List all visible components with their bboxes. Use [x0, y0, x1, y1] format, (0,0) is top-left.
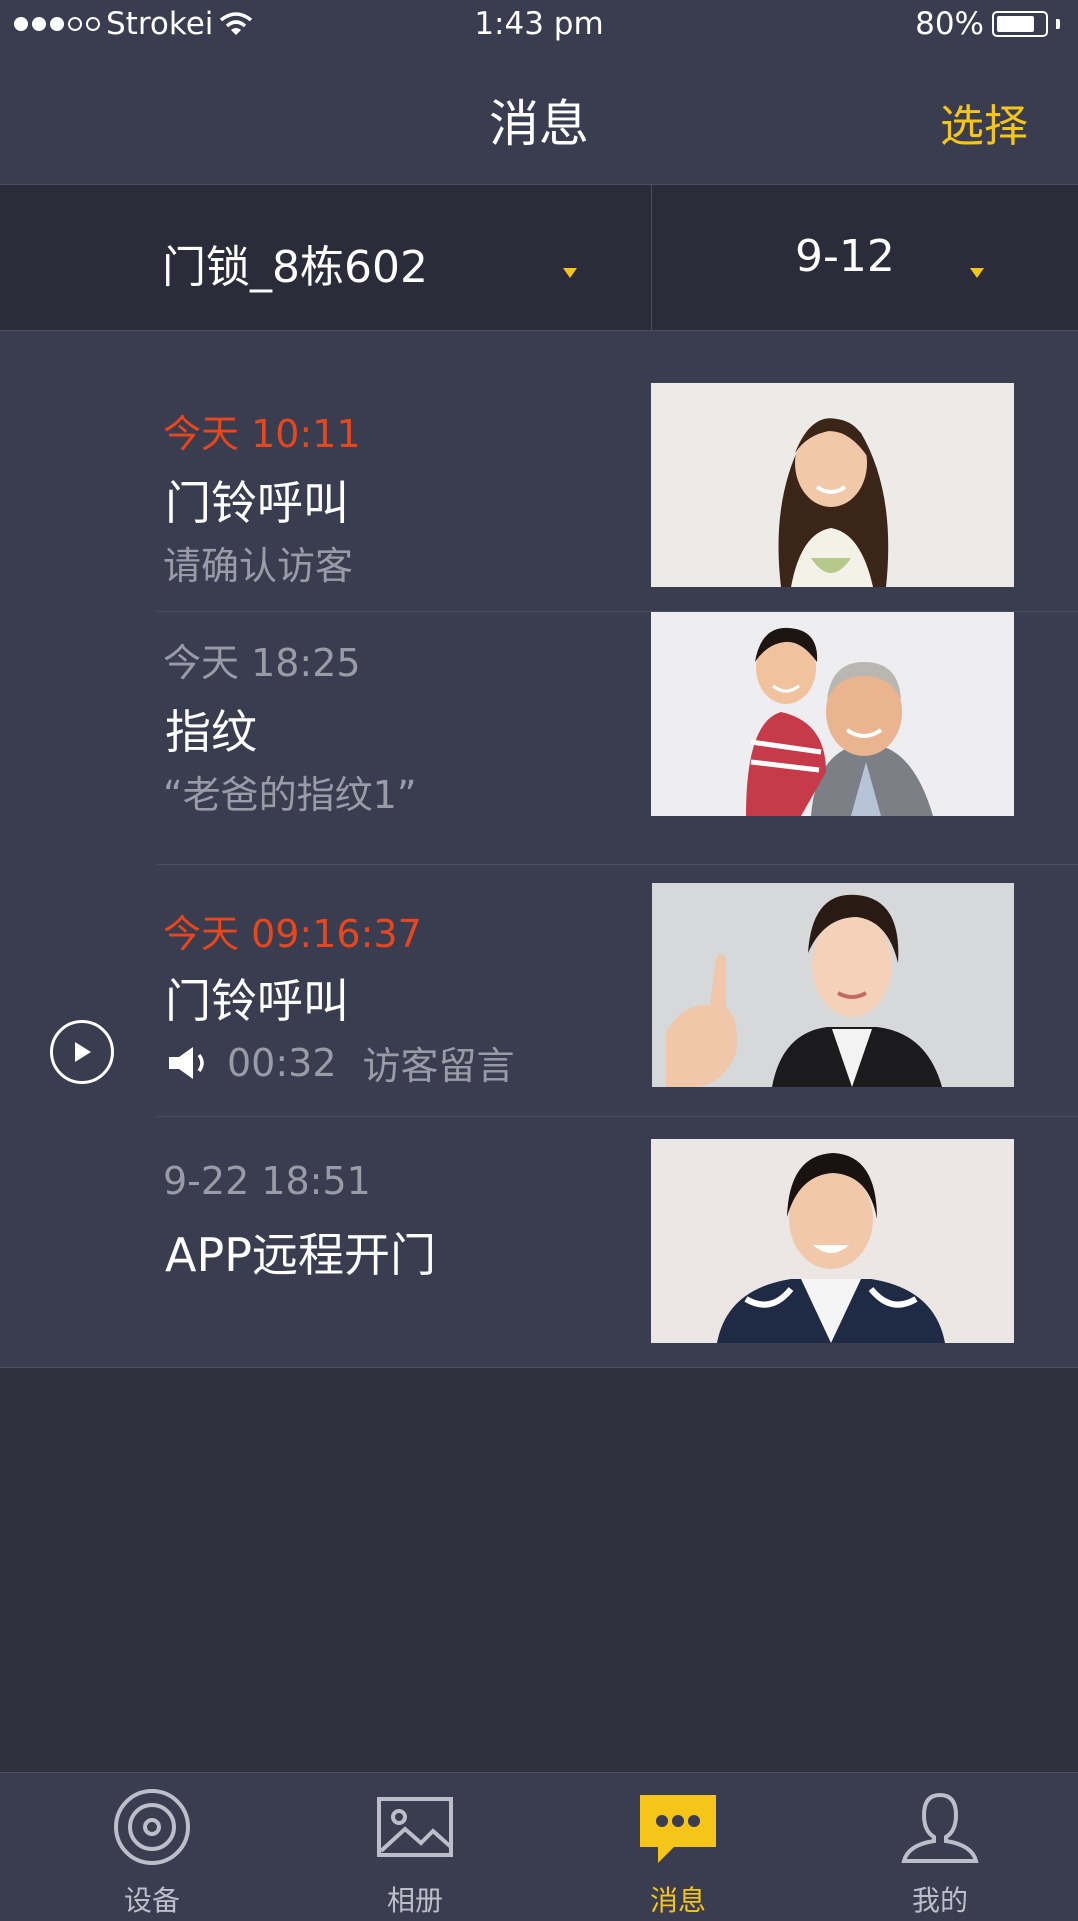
tab-profile[interactable]: 我的	[840, 1773, 1040, 1921]
select-button[interactable]: 选择	[940, 90, 1028, 154]
voice-duration: 00:32	[227, 1040, 337, 1085]
message-list: 今天 10:11 门铃呼叫 请确认访客 今天 18:25 指纹 “老爸的指纹1”	[0, 331, 1078, 1368]
play-button[interactable]	[50, 1020, 114, 1084]
message-title: APP远程开门	[165, 1228, 436, 1282]
woman-pointing-photo[interactable]	[652, 883, 1014, 1087]
date-label: 9-12	[795, 231, 895, 282]
device-dropdown[interactable]: 门锁_8栋602	[0, 185, 651, 330]
album-icon	[377, 1797, 453, 1857]
page-title: 消息	[489, 95, 589, 153]
message-subtitle: “老爸的指纹1”	[163, 773, 417, 817]
message-time: 今天 18:25	[163, 641, 361, 685]
voice-message[interactable]: 00:32 访客留言	[165, 1035, 515, 1090]
list-item[interactable]: 9-22 18:51 APP远程开门	[0, 1117, 1078, 1367]
message-title: 门铃呼叫	[165, 974, 349, 1028]
tab-device[interactable]: 设备	[52, 1773, 252, 1921]
message-subtitle: 请确认访客	[163, 544, 354, 588]
tab-message[interactable]: 消息	[578, 1773, 778, 1921]
message-time: 今天 10:11	[163, 412, 361, 456]
girl-smiling-photo[interactable]	[651, 1139, 1014, 1343]
battery-percent: 80%	[915, 6, 984, 42]
message-title: 门铃呼叫	[165, 476, 349, 530]
tab-label: 消息	[649, 1884, 706, 1917]
play-icon	[75, 1042, 91, 1062]
device-label: 门锁_8栋602	[162, 242, 428, 293]
list-item[interactable]: 今天 10:11 门铃呼叫 请确认访客	[0, 331, 1078, 611]
tab-label: 相册	[386, 1884, 443, 1917]
tab-album[interactable]: 相册	[315, 1773, 515, 1921]
battery-indicator: 80%	[915, 6, 1060, 42]
voice-note: 访客留言	[362, 1044, 515, 1088]
caret-down-icon	[970, 268, 984, 278]
message-icon	[640, 1795, 716, 1863]
caret-down-icon	[563, 268, 577, 278]
profile-icon	[901, 1792, 979, 1863]
woman-long-hair-photo[interactable]	[651, 383, 1014, 587]
message-title: 指纹	[165, 705, 257, 759]
header: Strokei 1:43 pm 80% 消息 选择	[0, 0, 1078, 185]
filter-bar: 门锁_8栋602 9-12	[0, 185, 1078, 331]
message-time: 9-22 18:51	[163, 1159, 371, 1203]
device-icon	[114, 1789, 190, 1865]
date-dropdown[interactable]: 9-12	[652, 185, 1078, 330]
message-time: 今天 09:16:37	[163, 912, 422, 956]
grandfather-boy-photo[interactable]	[651, 612, 1014, 816]
battery-icon	[992, 11, 1048, 37]
speaker-icon	[169, 1046, 204, 1079]
tab-bar: 设备 相册 消息 我的	[0, 1772, 1078, 1921]
tab-label: 设备	[123, 1884, 180, 1917]
tab-label: 我的	[911, 1884, 968, 1917]
list-item[interactable]: 今天 09:16:37 门铃呼叫 00:32 访客留言	[0, 865, 1078, 1117]
list-item[interactable]: 今天 18:25 指纹 “老爸的指纹1”	[0, 612, 1078, 865]
